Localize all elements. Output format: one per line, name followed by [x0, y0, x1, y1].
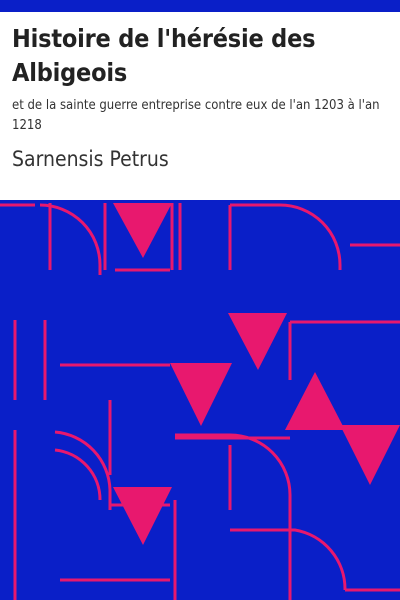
book-subtitle: et de la sainte guerre entreprise contre… [12, 98, 380, 133]
cover-pattern [0, 200, 400, 600]
top-color-bar [0, 0, 400, 12]
book-cover: Histoire de l'hérésie des Albigeois et d… [0, 0, 400, 600]
book-author: Sarnensis Petrus [12, 147, 169, 171]
book-title: Histoire de l'hérésie des Albigeois [12, 24, 316, 87]
title-block: Histoire de l'hérésie des Albigeois et d… [12, 22, 394, 136]
